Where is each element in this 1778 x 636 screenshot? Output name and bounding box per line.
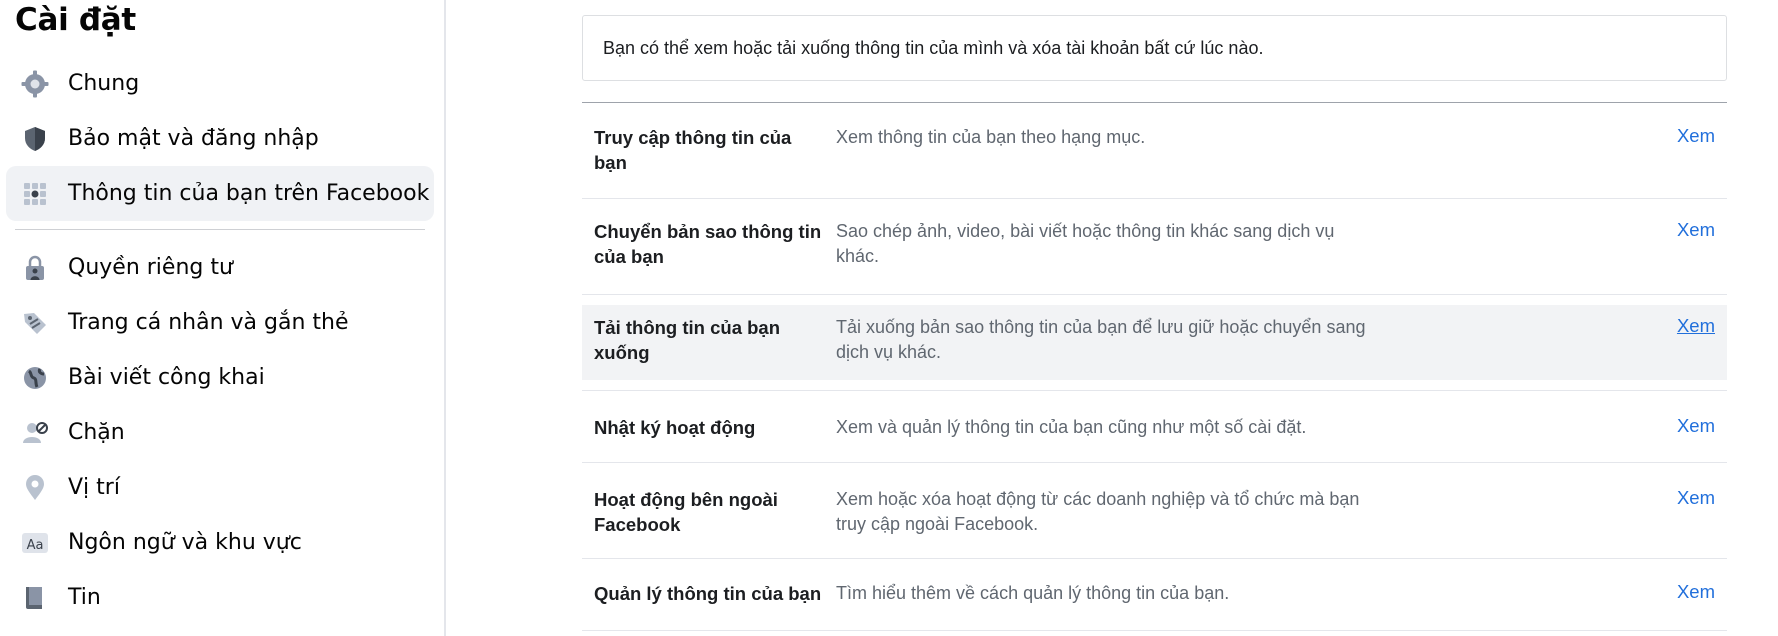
row-description: Xem thông tin của bạn theo hạng mục. bbox=[836, 127, 1146, 147]
sidebar-item-label: Quyền riêng tư bbox=[68, 255, 233, 280]
row-title: Hoạt động bên ngoài Facebook bbox=[594, 489, 778, 535]
gear-icon bbox=[18, 67, 52, 101]
table-row: Truy cập thông tin của bạn Xem thông tin… bbox=[582, 103, 1727, 199]
sidebar-item-label: Chung bbox=[68, 71, 140, 96]
settings-table: Truy cập thông tin của bạn Xem thông tin… bbox=[582, 102, 1727, 631]
language-icon: Aa bbox=[18, 526, 52, 560]
tag-icon bbox=[18, 306, 52, 340]
sidebar-item-language-and-region[interactable]: Aa Ngôn ngữ và khu vực bbox=[6, 515, 434, 570]
sidebar-item-general[interactable]: Chung bbox=[6, 56, 434, 111]
sidebar-item-profile-and-tagging[interactable]: Trang cá nhân và gắn thẻ bbox=[6, 295, 434, 350]
globe-icon bbox=[18, 361, 52, 395]
sidebar-item-security[interactable]: Bảo mật và đăng nhập bbox=[6, 111, 434, 166]
sidebar-title: Cài đặt bbox=[15, 2, 136, 38]
row-title: Quản lý thông tin của bạn bbox=[594, 583, 822, 604]
svg-text:Aa: Aa bbox=[27, 538, 44, 553]
settings-sidebar: Cài đặt Chung Bảo mật và đăng nhập Thông… bbox=[0, 0, 446, 636]
row-description: Tải xuống bản sao thông tin của bạn để l… bbox=[836, 317, 1366, 362]
row-description: Tìm hiểu thêm về cách quản lý thông tin … bbox=[836, 583, 1230, 603]
table-row: Nhật ký hoạt động Xem và quản lý thông t… bbox=[582, 391, 1727, 463]
row-title: Tải thông tin của bạn xuống bbox=[594, 317, 781, 363]
sidebar-item-label: Chặn bbox=[68, 420, 125, 445]
view-link[interactable]: Xem bbox=[1677, 219, 1715, 241]
table-row: Chuyển bản sao thông tin của bạn Sao ché… bbox=[582, 199, 1727, 295]
sidebar-divider bbox=[15, 229, 425, 230]
sidebar-item-label: Bài viết công khai bbox=[68, 365, 265, 390]
sidebar-item-location[interactable]: Vị trí bbox=[6, 460, 434, 515]
sidebar-item-privacy[interactable]: Quyền riêng tư bbox=[6, 240, 434, 295]
row-description: Sao chép ảnh, video, bài viết hoặc thông… bbox=[836, 221, 1335, 266]
info-banner-text: Bạn có thể xem hoặc tải xuống thông tin … bbox=[603, 38, 1264, 58]
grid-icon bbox=[18, 177, 52, 211]
info-banner: Bạn có thể xem hoặc tải xuống thông tin … bbox=[582, 15, 1727, 81]
lock-icon bbox=[18, 251, 52, 285]
sidebar-item-label: Trang cá nhân và gắn thẻ bbox=[68, 310, 349, 335]
location-pin-icon bbox=[18, 471, 52, 505]
shield-icon bbox=[18, 122, 52, 156]
block-user-icon bbox=[18, 416, 52, 450]
table-row-hovered: Tải thông tin của bạn xuống Tải xuống bả… bbox=[582, 295, 1727, 391]
sidebar-item-label: Thông tin của bạn trên Facebook bbox=[68, 181, 430, 206]
sidebar-item-label: Ngôn ngữ và khu vực bbox=[68, 530, 302, 555]
table-row: Hoạt động bên ngoài Facebook Xem hoặc xó… bbox=[582, 463, 1727, 559]
view-link[interactable]: Xem bbox=[1677, 415, 1715, 437]
sidebar-item-stories[interactable]: Tin bbox=[6, 570, 434, 625]
sidebar-item-blocking[interactable]: Chặn bbox=[6, 405, 434, 460]
sidebar-item-your-facebook-information[interactable]: Thông tin của bạn trên Facebook bbox=[6, 166, 434, 221]
view-link[interactable]: Xem bbox=[1677, 487, 1715, 509]
view-link[interactable]: Xem bbox=[1677, 581, 1715, 603]
sidebar-item-label: Bảo mật và đăng nhập bbox=[68, 126, 319, 151]
sidebar-item-public-posts[interactable]: Bài viết công khai bbox=[6, 350, 434, 405]
sidebar-item-label: Tin bbox=[68, 585, 101, 610]
row-title: Chuyển bản sao thông tin của bạn bbox=[594, 221, 822, 267]
row-title: Truy cập thông tin của bạn bbox=[594, 127, 792, 173]
row-title: Nhật ký hoạt động bbox=[594, 417, 756, 438]
table-row: Quản lý thông tin của bạn Tìm hiểu thêm … bbox=[582, 559, 1727, 631]
book-icon bbox=[18, 581, 52, 615]
view-link[interactable]: Xem bbox=[1677, 125, 1715, 147]
row-description: Xem hoặc xóa hoạt động từ các doanh nghi… bbox=[836, 489, 1360, 534]
sidebar-item-label: Vị trí bbox=[68, 475, 120, 500]
view-link[interactable]: Xem bbox=[1677, 315, 1715, 337]
row-description: Xem và quản lý thông tin của bạn cũng nh… bbox=[836, 417, 1307, 437]
